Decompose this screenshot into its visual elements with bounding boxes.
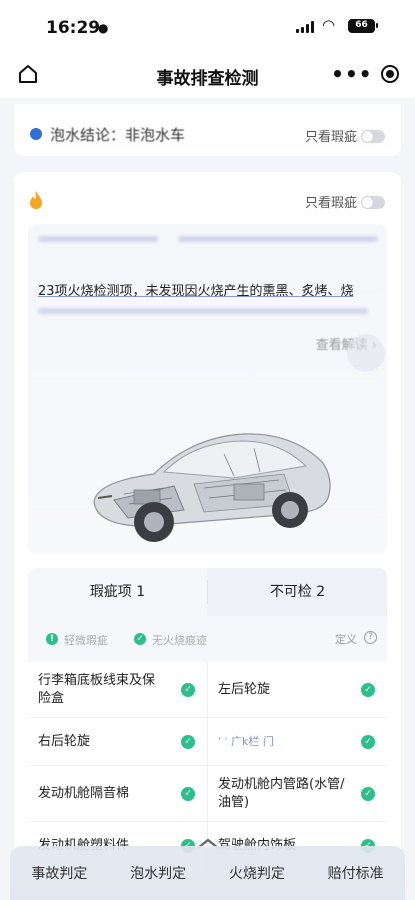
blurred-line [38, 236, 158, 242]
blurred-line [178, 236, 378, 242]
blurred-line [38, 308, 368, 314]
bottom-nav-accident[interactable]: 事故判定 [31, 863, 87, 883]
toggle-switch[interactable] [361, 130, 385, 143]
inspection-item[interactable]: 行李箱底板线束及保险盒 ✓ [28, 662, 208, 717]
signal-icon [296, 21, 314, 33]
tab-defects[interactable]: 瑕疵项 1 [28, 568, 207, 616]
legend-minor: 轻微瑕疵 [64, 634, 108, 647]
minor-defect-icon: ! [46, 633, 58, 645]
check-icon: ✓ [181, 682, 195, 697]
defect-only-toggle-flood[interactable]: 只看瑕疵 [305, 126, 385, 145]
battery-icon: 66 [348, 19, 378, 33]
toggle-switch[interactable] [361, 196, 385, 209]
inspection-item[interactable]: 发动机舱内管路(水管/油管) ✓ [208, 766, 387, 821]
tab-uncheckable[interactable]: 不可检 2 [208, 568, 387, 616]
result-tabs: 瑕疵项 1 不可检 2 [28, 568, 387, 616]
more-icon[interactable]: ••• [331, 64, 372, 84]
inspection-item[interactable]: ˈ ˈ 广k栏 门 ✓ [208, 718, 387, 765]
water-drop-icon [30, 128, 42, 140]
check-icon: ✓ [361, 734, 375, 749]
fire-icon [30, 191, 42, 209]
close-target-icon[interactable] [380, 65, 399, 83]
bottom-nav: 事故判定 泡水判定 火烧判定 赔付标准 [10, 846, 405, 900]
check-icon: ✓ [361, 682, 375, 697]
check-icon: ✓ [134, 633, 146, 645]
defect-only-toggle-fire[interactable]: 只看瑕疵 [305, 192, 385, 211]
fire-summary-box: 23项火烧检测项，未发现因火烧产生的熏黑、炙烤、烧 查看解读 › [28, 224, 387, 554]
bottom-nav-fire[interactable]: 火烧判定 [229, 863, 285, 883]
bottom-nav-flood[interactable]: 泡水判定 [130, 863, 186, 883]
mini-program-capsule: ••• [327, 58, 403, 90]
status-time: 16:29 [46, 18, 101, 38]
help-icon[interactable]: ? [364, 631, 377, 644]
check-icon: ✓ [181, 786, 195, 801]
inspection-item[interactable]: 右后轮旋 ✓ [28, 718, 208, 765]
table-row: 右后轮旋 ✓ ˈ ˈ 广k栏 门 ✓ [28, 718, 387, 766]
fire-summary-text: 23项火烧检测项，未发现因火烧产生的熏黑、炙烤、烧 [38, 284, 354, 299]
table-row: 行李箱底板线束及保险盒 ✓ 左后轮旋 ✓ [28, 662, 387, 718]
check-bubble-icon [347, 334, 385, 372]
inspection-item[interactable]: 发动机舱隔音棉 ✓ [28, 766, 208, 821]
wifi-icon: ◠ [322, 16, 336, 34]
table-row: 发动机舱隔音棉 ✓ 发动机舱内管路(水管/油管) ✓ [28, 766, 387, 822]
definition-link[interactable]: 定义 [335, 631, 357, 647]
legend-none: 无火烧痕迹 [152, 634, 207, 647]
nav-bar: 事故排查检测 ••• [0, 52, 415, 98]
car-cutaway-image [93, 433, 331, 542]
bottom-nav-compensation[interactable]: 赔付标准 [328, 863, 384, 883]
status-bar: 16:29 ● ◠ 66 [0, 0, 415, 52]
person-icon: ● [98, 21, 109, 35]
flood-result-card: 泡水结论：非泡水车 只看瑕疵 [14, 104, 401, 156]
legend-row: ! 轻微瑕疵 ✓ 无火烧痕迹 定义 ? [28, 616, 387, 662]
check-icon: ✓ [181, 734, 195, 749]
inspection-item[interactable]: 左后轮旋 ✓ [208, 662, 387, 717]
check-icon: ✓ [361, 786, 375, 801]
fire-inspection-card: 只看瑕疵 23项火烧检测项，未发现因火烧产生的熏黑、炙烤、烧 查看解读 › 瑕疵… [14, 172, 401, 892]
flood-conclusion: 泡水结论：非泡水车 [50, 126, 186, 144]
